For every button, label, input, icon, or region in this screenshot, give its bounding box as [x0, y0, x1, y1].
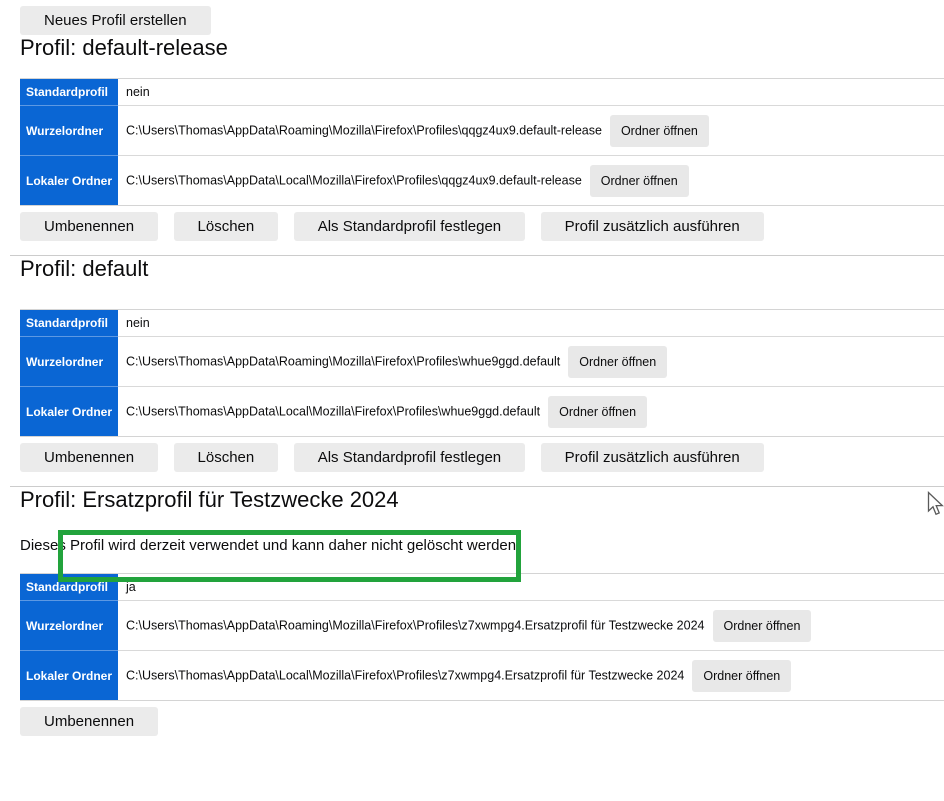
local-dir-label: Lokaler Ordner	[20, 156, 118, 206]
profile-section-default-release: Profil: default-release Standardprofil n…	[0, 35, 944, 241]
rename-button[interactable]: Umbenennen	[20, 443, 158, 472]
root-dir-label: Wurzelordner	[20, 106, 118, 156]
profile-title: Profil: default-release	[20, 35, 944, 61]
root-dir-path: C:\Users\Thomas\AppData\Roaming\Mozilla\…	[126, 123, 602, 137]
profile-section-ersatzprofil: Profil: Ersatzprofil für Testzwecke 2024…	[0, 487, 944, 736]
table-row: Lokaler Ordner C:\Users\Thomas\AppData\L…	[20, 651, 944, 701]
local-dir-cell: C:\Users\Thomas\AppData\Local\Mozilla\Fi…	[118, 651, 944, 701]
default-profile-label: Standardprofil	[20, 79, 118, 106]
open-local-dir-button[interactable]: Ordner öffnen	[590, 165, 689, 197]
profile-table: Standardprofil nein Wurzelordner C:\User…	[20, 309, 944, 437]
run-additional-button[interactable]: Profil zusätzlich ausführen	[541, 443, 764, 472]
open-root-dir-button[interactable]: Ordner öffnen	[568, 346, 667, 378]
open-local-dir-button[interactable]: Ordner öffnen	[548, 396, 647, 428]
local-dir-label: Lokaler Ordner	[20, 387, 118, 437]
local-dir-label: Lokaler Ordner	[20, 651, 118, 701]
table-row: Standardprofil nein	[20, 79, 944, 106]
table-row: Lokaler Ordner C:\Users\Thomas\AppData\L…	[20, 387, 944, 437]
profile-section-default: Profil: default Standardprofil nein Wurz…	[0, 256, 944, 472]
create-profile-button[interactable]: Neues Profil erstellen	[20, 6, 211, 35]
profile-actions: Umbenennen Löschen Als Standardprofil fe…	[20, 212, 944, 241]
open-root-dir-button[interactable]: Ordner öffnen	[610, 115, 709, 147]
run-additional-button[interactable]: Profil zusätzlich ausführen	[541, 212, 764, 241]
profile-title: Profil: default	[20, 256, 944, 282]
default-profile-value: nein	[118, 310, 944, 337]
set-default-button[interactable]: Als Standardprofil festlegen	[294, 443, 525, 472]
open-root-dir-button[interactable]: Ordner öffnen	[713, 610, 812, 642]
profile-actions: Umbenennen	[20, 707, 944, 736]
rename-button[interactable]: Umbenennen	[20, 707, 158, 736]
table-row: Standardprofil nein	[20, 310, 944, 337]
local-dir-path: C:\Users\Thomas\AppData\Local\Mozilla\Fi…	[126, 404, 540, 418]
default-profile-value: ja	[118, 574, 944, 601]
root-dir-path: C:\Users\Thomas\AppData\Roaming\Mozilla\…	[126, 354, 560, 368]
profile-in-use-note: Dieses Profil wird derzeit verwendet und…	[20, 536, 944, 555]
local-dir-path: C:\Users\Thomas\AppData\Local\Mozilla\Fi…	[126, 668, 684, 682]
rename-button[interactable]: Umbenennen	[20, 212, 158, 241]
profile-actions: Umbenennen Löschen Als Standardprofil fe…	[20, 443, 944, 472]
root-dir-label: Wurzelordner	[20, 601, 118, 651]
local-dir-cell: C:\Users\Thomas\AppData\Local\Mozilla\Fi…	[118, 156, 944, 206]
table-row: Wurzelordner C:\Users\Thomas\AppData\Roa…	[20, 601, 944, 651]
root-dir-cell: C:\Users\Thomas\AppData\Roaming\Mozilla\…	[118, 106, 944, 156]
root-dir-label: Wurzelordner	[20, 337, 118, 387]
table-row: Wurzelordner C:\Users\Thomas\AppData\Roa…	[20, 106, 944, 156]
local-dir-cell: C:\Users\Thomas\AppData\Local\Mozilla\Fi…	[118, 387, 944, 437]
open-local-dir-button[interactable]: Ordner öffnen	[692, 660, 791, 692]
default-profile-value: nein	[118, 79, 944, 106]
profile-table: Standardprofil ja Wurzelordner C:\Users\…	[20, 573, 944, 701]
profile-title: Profil: Ersatzprofil für Testzwecke 2024	[20, 487, 944, 513]
set-default-button[interactable]: Als Standardprofil festlegen	[294, 212, 525, 241]
default-profile-label: Standardprofil	[20, 310, 118, 337]
delete-button[interactable]: Löschen	[174, 212, 279, 241]
table-row: Lokaler Ordner C:\Users\Thomas\AppData\L…	[20, 156, 944, 206]
root-dir-cell: C:\Users\Thomas\AppData\Roaming\Mozilla\…	[118, 337, 944, 387]
default-profile-label: Standardprofil	[20, 574, 118, 601]
profile-table: Standardprofil nein Wurzelordner C:\User…	[20, 78, 944, 206]
delete-button[interactable]: Löschen	[174, 443, 279, 472]
root-dir-path: C:\Users\Thomas\AppData\Roaming\Mozilla\…	[126, 618, 704, 632]
local-dir-path: C:\Users\Thomas\AppData\Local\Mozilla\Fi…	[126, 173, 582, 187]
root-dir-cell: C:\Users\Thomas\AppData\Roaming\Mozilla\…	[118, 601, 944, 651]
table-row: Wurzelordner C:\Users\Thomas\AppData\Roa…	[20, 337, 944, 387]
table-row: Standardprofil ja	[20, 574, 944, 601]
